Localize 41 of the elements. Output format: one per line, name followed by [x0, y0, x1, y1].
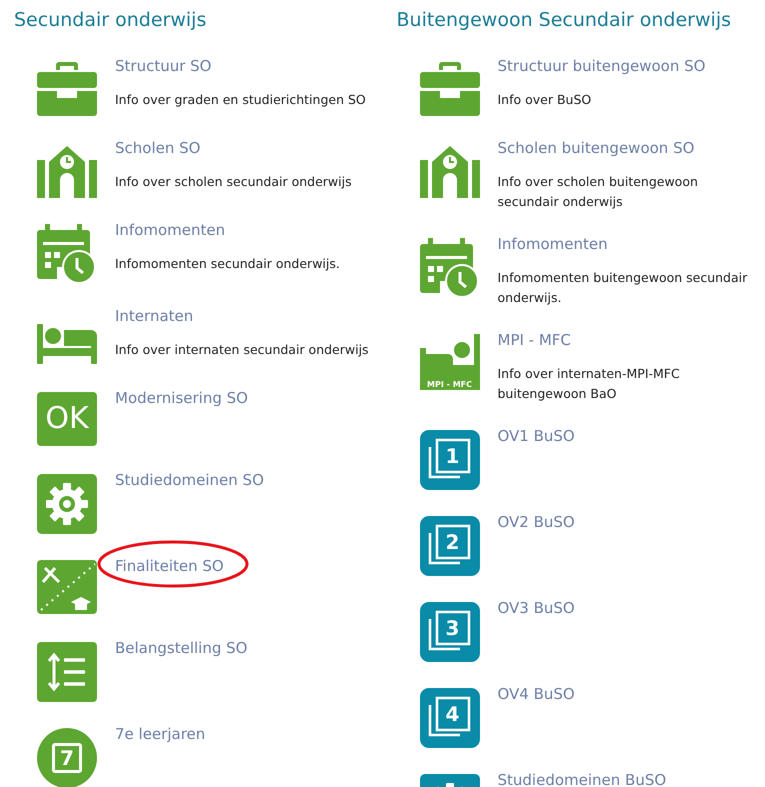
- link[interactable]: OV1 BuSO: [498, 427, 575, 445]
- link[interactable]: Structuur buitengewoon SO: [498, 57, 706, 75]
- stacked-pages-icon: 1: [420, 430, 480, 490]
- year-number-icon: 7: [37, 728, 97, 787]
- link[interactable]: MPI - MFC: [498, 331, 571, 349]
- stacked-pages-icon: 2: [420, 516, 480, 576]
- link[interactable]: OV3 BuSO: [498, 599, 575, 617]
- calendar-clock-icon: [420, 238, 480, 298]
- calendar-clock-icon: [37, 224, 97, 284]
- link[interactable]: Infomomenten: [115, 221, 226, 239]
- description-text: Info over internaten secundair onderwijs: [115, 341, 369, 359]
- link[interactable]: Belangstelling SO: [115, 639, 248, 657]
- link[interactable]: 7e leerjaren: [115, 725, 206, 743]
- description-text: Info over BuSO: [498, 91, 592, 109]
- stacked-pages-icon: 4: [420, 688, 480, 748]
- link[interactable]: Internaten: [115, 307, 194, 325]
- link[interactable]: Scholen buitengewoon SO: [498, 139, 694, 157]
- section-heading: Secundair onderwijs: [14, 8, 208, 32]
- section-heading: Buitengewoon Secundair onderwijs: [396, 8, 732, 32]
- briefcase-icon: [37, 60, 97, 116]
- description-text: Infomomenten buitengewoon secundair onderwijs.: [498, 269, 748, 307]
- link[interactable]: Studiedomeinen BuSO: [498, 771, 666, 787]
- link[interactable]: OV2 BuSO: [498, 513, 575, 531]
- settings-icon: [37, 474, 97, 534]
- description-text: Infomomenten secundair onderwijs.: [115, 255, 340, 273]
- description-text: Info over internaten-MPI-MFC buitengewoon BaO: [498, 365, 681, 403]
- tools-and-graduation-cap-icon: [37, 560, 97, 614]
- ok-icon: OK: [37, 392, 97, 446]
- link[interactable]: Infomomenten: [498, 235, 608, 253]
- bed-icon: [37, 324, 97, 364]
- link[interactable]: OV4 BuSO: [498, 685, 575, 703]
- link[interactable]: Structuur SO: [115, 57, 212, 75]
- link[interactable]: Studiedomeinen SO: [115, 471, 264, 489]
- stacked-pages-icon: 3: [420, 602, 480, 662]
- description-text: Info over graden en studierichtingen SO: [115, 91, 366, 109]
- link[interactable]: Scholen SO: [115, 139, 200, 157]
- sort-list-icon: [37, 642, 97, 702]
- description-text: Info over scholen secundair onderwijs: [115, 173, 352, 191]
- description-text: Info over scholen buitengewoon secundair onderwijs: [498, 173, 699, 211]
- link[interactable]: Modernisering SO: [115, 389, 248, 407]
- briefcase-icon: [420, 60, 480, 116]
